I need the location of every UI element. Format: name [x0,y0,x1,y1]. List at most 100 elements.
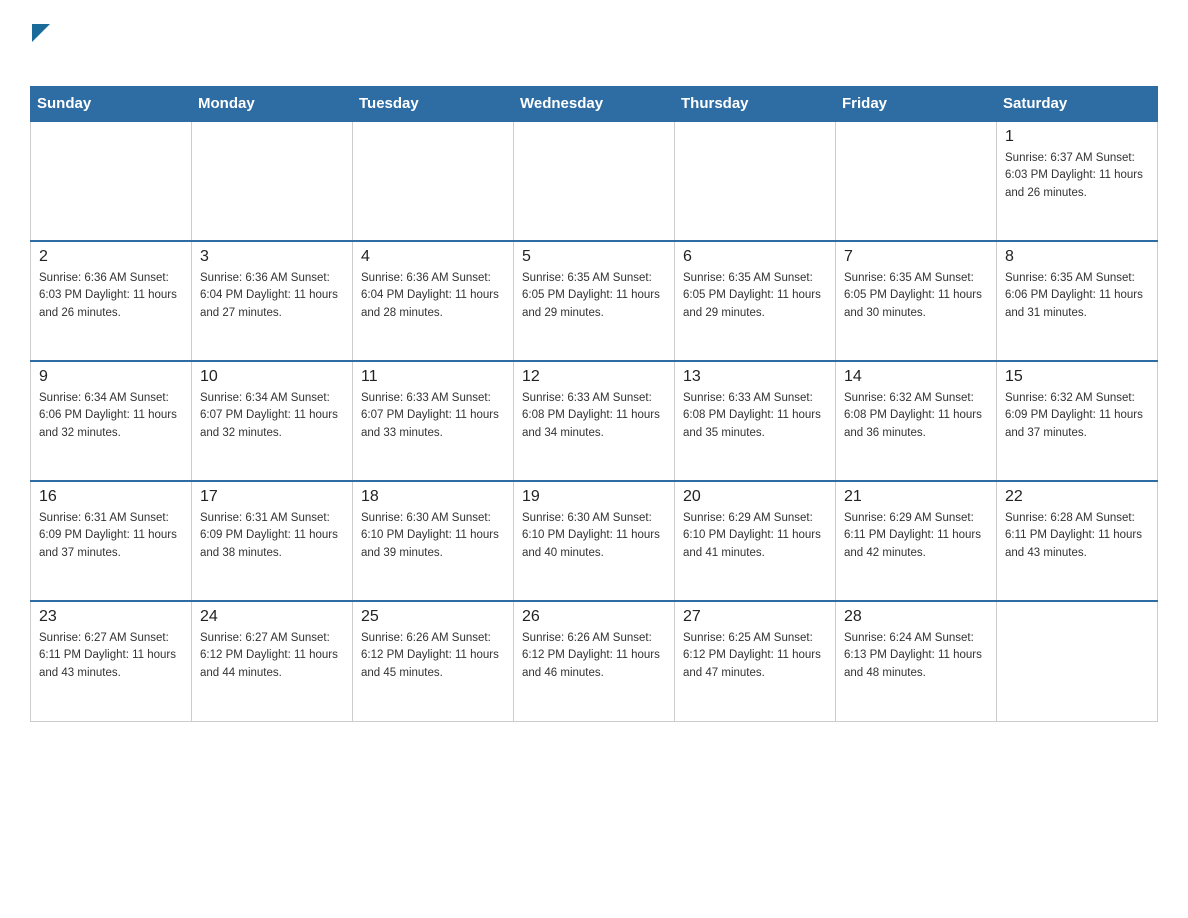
calendar-day-2: 2Sunrise: 6:36 AM Sunset: 6:03 PM Daylig… [31,241,192,361]
calendar-week-row: 1 Sunrise: 6:37 AM Sunset: 6:03 PM Daylig… [31,121,1158,241]
day-info: Sunrise: 6:35 AM Sunset: 6:06 PM Dayligh… [1005,270,1149,322]
calendar-day-5: 5 Sunrise: 6:35 AM Sunset: 6:05 PM Daylig… [514,241,675,361]
calendar-day-26: 26 Sunrise: 6:26 AM Sunset: 6:12 PM Dayli… [514,601,675,721]
calendar-day-6: 6 Sunrise: 6:35 AM Sunset: 6:05 PM Daylig… [675,241,836,361]
day-number: 27 [683,608,827,626]
calendar-day-10: 10 Sunrise: 6:34 AM Sunset: 6:07 PM Dayli… [192,361,353,481]
day-info: Sunrise: 6:29 AM Sunset: 6:11 PM Dayligh… [844,510,988,562]
weekday-header-row: SundayMondayTuesdayWednesdayThursdayFrid… [31,87,1158,122]
calendar-day-8: 8 Sunrise: 6:35 AM Sunset: 6:06 PM Daylig… [997,241,1158,361]
day-info: Sunrise: 6:34 AM Sunset: 6:07 PM Dayligh… [200,390,344,442]
calendar-day-12: 12 Sunrise: 6:33 AM Sunset: 6:08 PM Dayli… [514,361,675,481]
day-info: Sunrise: 6:33 AM Sunset: 6:08 PM Dayligh… [683,390,827,442]
day-info: Sunrise: 6:35 AM Sunset: 6:05 PM Dayligh… [683,270,827,322]
calendar-day-15: 15 Sunrise: 6:32 AM Sunset: 6:09 PM Dayli… [997,361,1158,481]
day-number: 9 [39,368,183,386]
day-number: 1 [1005,128,1149,146]
day-info: Sunrise: 6:33 AM Sunset: 6:07 PM Dayligh… [361,390,505,442]
day-info: Sunrise: 6:25 AM Sunset: 6:12 PM Dayligh… [683,630,827,682]
day-number: 4 [361,248,505,266]
logo-arrow-icon [32,20,50,46]
day-number: 17 [200,488,344,506]
day-info: Sunrise: 6:37 AM Sunset: 6:03 PM Dayligh… [1005,150,1149,202]
day-number: 26 [522,608,666,626]
weekday-header-sunday: Sunday [31,87,192,122]
calendar-day-23: 23 Sunrise: 6:27 AM Sunset: 6:11 PM Dayli… [31,601,192,721]
day-info: Sunrise: 6:36 AM Sunset: 6:04 PM Dayligh… [361,270,505,322]
day-info: Sunrise: 6:34 AM Sunset: 6:06 PM Dayligh… [39,390,183,442]
day-number: 13 [683,368,827,386]
calendar-day-18: 18 Sunrise: 6:30 AM Sunset: 6:10 PM Dayli… [353,481,514,601]
calendar-day-20: 20 Sunrise: 6:29 AM Sunset: 6:10 PM Dayli… [675,481,836,601]
day-number: 8 [1005,248,1149,266]
day-number: 20 [683,488,827,506]
calendar-week-row: 2Sunrise: 6:36 AM Sunset: 6:03 PM Daylig… [31,241,1158,361]
calendar-day-17: 17 Sunrise: 6:31 AM Sunset: 6:09 PM Dayli… [192,481,353,601]
day-number: 11 [361,368,505,386]
calendar-week-row: 16 Sunrise: 6:31 AM Sunset: 6:09 PM Dayli… [31,481,1158,601]
day-info: Sunrise: 6:30 AM Sunset: 6:10 PM Dayligh… [522,510,666,562]
calendar-day-14: 14Sunrise: 6:32 AM Sunset: 6:08 PM Dayli… [836,361,997,481]
day-info: Sunrise: 6:31 AM Sunset: 6:09 PM Dayligh… [39,510,183,562]
day-number: 16 [39,488,183,506]
calendar-empty-cell [675,121,836,241]
calendar-empty-cell [514,121,675,241]
calendar-day-19: 19 Sunrise: 6:30 AM Sunset: 6:10 PM Dayli… [514,481,675,601]
weekday-header-monday: Monday [192,87,353,122]
day-number: 14 [844,368,988,386]
day-info: Sunrise: 6:32 AM Sunset: 6:09 PM Dayligh… [1005,390,1149,442]
weekday-header-wednesday: Wednesday [514,87,675,122]
calendar-week-row: 9 Sunrise: 6:34 AM Sunset: 6:06 PM Daylig… [31,361,1158,481]
day-info: Sunrise: 6:35 AM Sunset: 6:05 PM Dayligh… [844,270,988,322]
calendar-day-22: 22Sunrise: 6:28 AM Sunset: 6:11 PM Dayli… [997,481,1158,601]
calendar-day-9: 9 Sunrise: 6:34 AM Sunset: 6:06 PM Daylig… [31,361,192,481]
day-info: Sunrise: 6:24 AM Sunset: 6:13 PM Dayligh… [844,630,988,682]
day-number: 7 [844,248,988,266]
day-info: Sunrise: 6:26 AM Sunset: 6:12 PM Dayligh… [522,630,666,682]
day-number: 15 [1005,368,1149,386]
day-info: Sunrise: 6:30 AM Sunset: 6:10 PM Dayligh… [361,510,505,562]
calendar-empty-cell [31,121,192,241]
weekday-header-thursday: Thursday [675,87,836,122]
calendar-empty-cell [997,601,1158,721]
day-number: 18 [361,488,505,506]
weekday-header-tuesday: Tuesday [353,87,514,122]
calendar-day-24: 24 Sunrise: 6:27 AM Sunset: 6:12 PM Dayli… [192,601,353,721]
day-number: 28 [844,608,988,626]
day-number: 19 [522,488,666,506]
calendar-day-16: 16 Sunrise: 6:31 AM Sunset: 6:09 PM Dayli… [31,481,192,601]
calendar-day-13: 13 Sunrise: 6:33 AM Sunset: 6:08 PM Dayli… [675,361,836,481]
day-number: 22 [1005,488,1149,506]
calendar-week-row: 23 Sunrise: 6:27 AM Sunset: 6:11 PM Dayli… [31,601,1158,721]
day-info: Sunrise: 6:27 AM Sunset: 6:12 PM Dayligh… [200,630,344,682]
calendar-day-27: 27 Sunrise: 6:25 AM Sunset: 6:12 PM Dayli… [675,601,836,721]
weekday-header-friday: Friday [836,87,997,122]
calendar-table: SundayMondayTuesdayWednesdayThursdayFrid… [30,86,1158,722]
day-info: Sunrise: 6:31 AM Sunset: 6:09 PM Dayligh… [200,510,344,562]
calendar-day-28: 28 Sunrise: 6:24 AM Sunset: 6:13 PM Dayli… [836,601,997,721]
day-info: Sunrise: 6:27 AM Sunset: 6:11 PM Dayligh… [39,630,183,682]
calendar-day-1: 1 Sunrise: 6:37 AM Sunset: 6:03 PM Daylig… [997,121,1158,241]
calendar-day-21: 21Sunrise: 6:29 AM Sunset: 6:11 PM Dayli… [836,481,997,601]
day-number: 5 [522,248,666,266]
day-info: Sunrise: 6:29 AM Sunset: 6:10 PM Dayligh… [683,510,827,562]
day-info: Sunrise: 6:35 AM Sunset: 6:05 PM Dayligh… [522,270,666,322]
calendar-empty-cell [836,121,997,241]
calendar-day-11: 11 Sunrise: 6:33 AM Sunset: 6:07 PM Dayli… [353,361,514,481]
day-number: 3 [200,248,344,266]
day-number: 12 [522,368,666,386]
logo [30,20,50,66]
day-number: 24 [200,608,344,626]
day-info: Sunrise: 6:33 AM Sunset: 6:08 PM Dayligh… [522,390,666,442]
day-number: 23 [39,608,183,626]
weekday-header-saturday: Saturday [997,87,1158,122]
day-info: Sunrise: 6:36 AM Sunset: 6:03 PM Dayligh… [39,270,183,322]
page-header [30,20,1158,66]
calendar-day-25: 25Sunrise: 6:26 AM Sunset: 6:12 PM Dayli… [353,601,514,721]
calendar-empty-cell [353,121,514,241]
day-info: Sunrise: 6:26 AM Sunset: 6:12 PM Dayligh… [361,630,505,682]
day-number: 6 [683,248,827,266]
day-number: 10 [200,368,344,386]
day-info: Sunrise: 6:36 AM Sunset: 6:04 PM Dayligh… [200,270,344,322]
calendar-day-4: 4 Sunrise: 6:36 AM Sunset: 6:04 PM Daylig… [353,241,514,361]
